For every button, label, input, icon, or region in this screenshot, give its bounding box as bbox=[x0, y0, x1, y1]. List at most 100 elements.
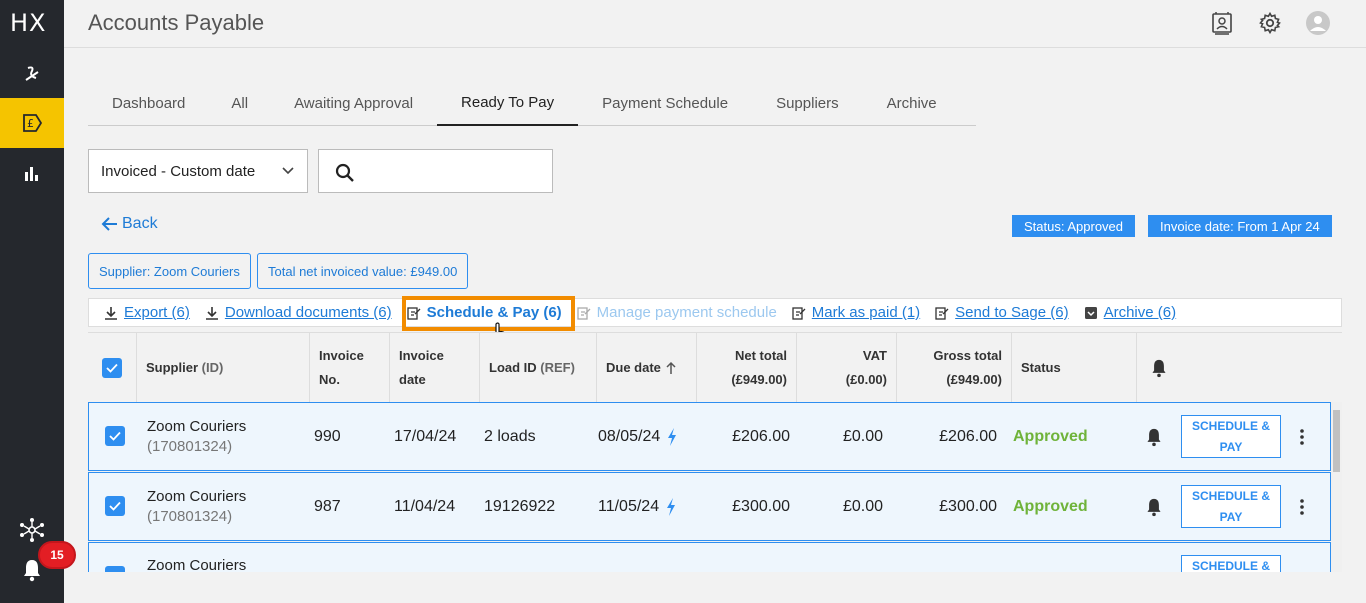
more-vertical-icon bbox=[1300, 498, 1304, 515]
row-menu-button[interactable] bbox=[1299, 403, 1305, 470]
col-load-id-label: Load ID bbox=[489, 360, 537, 375]
app-logo[interactable]: HX bbox=[10, 9, 47, 37]
tab-payment-schedule[interactable]: Payment Schedule bbox=[578, 80, 752, 126]
col-net-total-sum: (£949.00) bbox=[731, 372, 787, 387]
search-input[interactable] bbox=[367, 158, 547, 184]
col-gross-total-label: Gross total bbox=[933, 348, 1002, 363]
bell-icon bbox=[1147, 428, 1161, 446]
supplier-cell[interactable]: Zoom Couriers (170801324) bbox=[147, 403, 246, 470]
send-to-sage-action[interactable]: Send to Sage (6) bbox=[935, 304, 1069, 321]
schedule-pay-button[interactable]: SCHEDULE & PAY bbox=[1181, 415, 1281, 458]
due-date-cell: 08/05/24 bbox=[598, 403, 678, 470]
contact-card-icon bbox=[1212, 12, 1232, 35]
table-header: Supplier (ID) Invoice No. Invoice date Loa… bbox=[88, 332, 1342, 403]
bell-icon bbox=[1147, 498, 1161, 516]
tab-archive[interactable]: Archive bbox=[863, 80, 961, 126]
sidebar-item-accounts-payable[interactable]: £ bbox=[0, 98, 64, 148]
supplier-cell[interactable]: Zoom Couriers (170801324) bbox=[147, 473, 246, 540]
col-vat[interactable]: VAT (£0.00) bbox=[797, 333, 897, 403]
contacts-button[interactable] bbox=[1209, 10, 1235, 36]
row-menu-button[interactable] bbox=[1299, 473, 1305, 540]
col-invoice-date[interactable]: Invoice date bbox=[390, 333, 480, 403]
col-status-label: Status bbox=[1021, 360, 1061, 375]
total-value-chip: Total net invoiced value: £949.00 bbox=[257, 253, 469, 289]
download-documents-action[interactable]: Download documents (6) bbox=[205, 304, 392, 321]
load-id-cell[interactable]: 2 loads bbox=[484, 403, 536, 470]
gross-total-cell: £300.00 bbox=[939, 497, 997, 515]
download-icon bbox=[105, 306, 117, 320]
table-row[interactable]: Zoom Couriers (170801324) 987 11/04/24 19… bbox=[88, 472, 1331, 541]
arrow-left-icon bbox=[101, 217, 117, 231]
scrollbar-thumb[interactable] bbox=[1333, 410, 1340, 472]
invoice-no-cell: 987 bbox=[314, 497, 341, 515]
col-gross-total[interactable]: Gross total (£949.00) bbox=[897, 333, 1012, 403]
invoice-date-cell: 11/04/24 bbox=[394, 497, 456, 515]
send-to-sage-label: Send to Sage (6) bbox=[955, 304, 1069, 321]
supplier-filter-chip[interactable]: Supplier: Zoom Couriers bbox=[88, 253, 251, 289]
date-filter-select[interactable]: Invoiced - Custom date bbox=[88, 149, 308, 193]
col-net-total-label: Net total bbox=[735, 348, 787, 363]
row-checkbox[interactable] bbox=[105, 496, 125, 516]
col-vat-label: VAT bbox=[862, 348, 887, 363]
check-icon bbox=[109, 501, 121, 511]
notification-count-badge: 15 bbox=[38, 541, 76, 569]
schedule-pay-action[interactable]: Schedule & Pay (6) bbox=[406, 304, 562, 321]
table-row[interactable]: Zoom Couriers (170801324) 990 17/04/24 2 … bbox=[88, 402, 1331, 471]
gear-icon bbox=[1259, 12, 1281, 34]
due-date-value: 08/05/24 bbox=[598, 427, 661, 445]
more-vertical-icon bbox=[1300, 428, 1304, 445]
tab-bar: Dashboard All Awaiting Approval Ready To… bbox=[88, 80, 976, 126]
sidebar-item-reports[interactable] bbox=[0, 148, 64, 198]
net-total-cell: £206.00 bbox=[732, 427, 790, 445]
reminder-bell-button[interactable] bbox=[1145, 473, 1163, 540]
route-icon bbox=[25, 66, 39, 81]
sidebar-item-loads[interactable] bbox=[0, 48, 64, 98]
select-all-checkbox[interactable] bbox=[102, 358, 122, 378]
tab-awaiting-approval[interactable]: Awaiting Approval bbox=[270, 80, 437, 126]
lightning-icon bbox=[667, 497, 676, 516]
export-action[interactable]: Export (6) bbox=[104, 304, 190, 321]
col-supplier[interactable]: Supplier (ID) bbox=[137, 333, 310, 403]
sidebar: HX £ 15 bbox=[0, 0, 76, 603]
table-scrollbar[interactable] bbox=[1331, 402, 1342, 572]
col-invoice-no[interactable]: Invoice No. bbox=[310, 333, 390, 403]
date-filter-chip[interactable]: Invoice date: From 1 Apr 24 bbox=[1148, 215, 1332, 237]
col-load-id[interactable]: Load ID (REF) bbox=[480, 333, 597, 403]
schedule-pay-button[interactable]: SCHEDULE & PAY bbox=[1181, 485, 1281, 528]
back-link[interactable]: Back bbox=[100, 215, 158, 233]
col-gross-total-sum: (£949.00) bbox=[946, 372, 1002, 387]
manage-payment-schedule-action[interactable]: Manage payment schedule bbox=[577, 304, 777, 321]
bar-chart-icon bbox=[25, 167, 38, 181]
supplier-cell[interactable]: Zoom Couriers bbox=[147, 543, 246, 572]
col-due-date[interactable]: Due date bbox=[597, 333, 697, 403]
col-invoice-date-label: Invoice bbox=[399, 348, 444, 363]
load-id-cell[interactable]: 19126922 bbox=[484, 473, 555, 540]
col-net-total[interactable]: Net total (£949.00) bbox=[697, 333, 797, 403]
lightning-icon bbox=[668, 427, 677, 446]
archive-label: Archive (6) bbox=[1103, 304, 1177, 321]
pound-tag-icon: £ bbox=[23, 114, 43, 132]
mark-as-paid-label: Mark as paid (1) bbox=[811, 304, 921, 321]
svg-text:£: £ bbox=[27, 117, 34, 130]
row-checkbox[interactable] bbox=[105, 566, 125, 572]
invoice-no-cell: 990 bbox=[314, 427, 341, 445]
network-icon bbox=[20, 518, 44, 542]
mark-as-paid-action[interactable]: Mark as paid (1) bbox=[792, 304, 920, 321]
schedule-pay-button[interactable]: SCHEDULE & bbox=[1181, 555, 1281, 572]
status-cell: Approved bbox=[1013, 427, 1088, 445]
chevron-down-icon bbox=[282, 167, 294, 175]
tab-suppliers[interactable]: Suppliers bbox=[752, 80, 863, 126]
tab-all[interactable]: All bbox=[209, 80, 270, 126]
archive-action[interactable]: Archive (6) bbox=[1084, 304, 1177, 321]
tab-ready-to-pay[interactable]: Ready To Pay bbox=[437, 80, 579, 126]
row-checkbox[interactable] bbox=[105, 426, 125, 446]
col-vat-sum: (£0.00) bbox=[845, 372, 887, 387]
table-row[interactable]: Zoom Couriers SCHEDULE & bbox=[88, 542, 1331, 572]
settings-button[interactable] bbox=[1257, 10, 1283, 36]
reminder-bell-button[interactable] bbox=[1145, 403, 1163, 470]
sort-arrow-up-icon bbox=[666, 361, 676, 374]
tab-dashboard[interactable]: Dashboard bbox=[88, 80, 209, 126]
col-status[interactable]: Status bbox=[1012, 333, 1137, 403]
user-avatar-button[interactable] bbox=[1305, 10, 1331, 36]
status-filter-chip[interactable]: Status: Approved bbox=[1012, 215, 1136, 237]
